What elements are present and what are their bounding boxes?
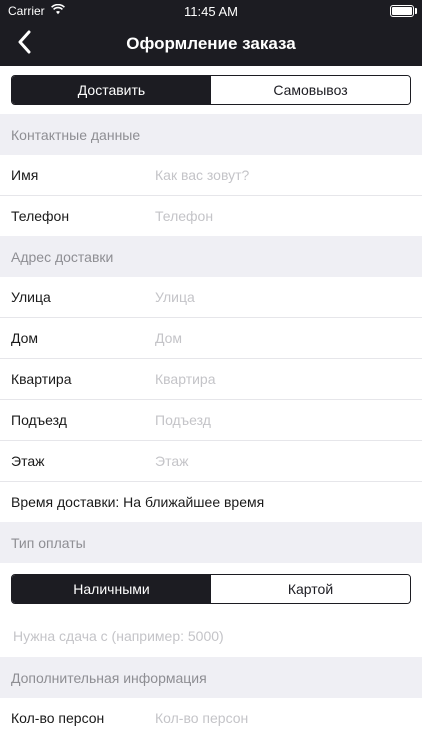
persons-row: Кол-во персон bbox=[0, 698, 422, 738]
street-label: Улица bbox=[11, 289, 51, 305]
change-row bbox=[0, 615, 422, 657]
delivery-mode-segment: Доставить Самовывоз bbox=[11, 75, 411, 105]
address-section: Улица Дом Квартира Подъезд Этаж Время до… bbox=[0, 277, 422, 522]
back-button[interactable] bbox=[8, 28, 40, 60]
carrier-label: Carrier bbox=[8, 4, 45, 18]
floor-row: Этаж bbox=[0, 441, 422, 482]
nav-bar: Оформление заказа bbox=[0, 22, 422, 66]
extra-section: Кол-во персон bbox=[0, 698, 422, 738]
entrance-row: Подъезд bbox=[0, 400, 422, 441]
floor-label: Этаж bbox=[11, 453, 45, 469]
house-row: Дом bbox=[0, 318, 422, 359]
street-row: Улица bbox=[0, 277, 422, 318]
battery-icon bbox=[390, 5, 417, 17]
name-row: Имя bbox=[0, 155, 422, 196]
segment-deliver[interactable]: Доставить bbox=[12, 76, 211, 104]
phone-input[interactable] bbox=[153, 207, 422, 225]
section-extra-header: Дополнительная информация bbox=[0, 657, 422, 698]
apartment-row: Квартира bbox=[0, 359, 422, 400]
status-bar: Carrier 11:45 AM bbox=[0, 0, 422, 22]
persons-input[interactable] bbox=[153, 709, 422, 727]
house-input[interactable] bbox=[153, 329, 422, 347]
section-contact-header: Контактные данные bbox=[0, 114, 422, 155]
delivery-mode-container: Доставить Самовывоз bbox=[0, 66, 422, 114]
delivery-time-row[interactable]: Время доставки: На ближайшее время bbox=[0, 482, 422, 522]
house-label: Дом bbox=[11, 330, 39, 346]
name-label: Имя bbox=[11, 167, 39, 183]
payment-type-segment: Наличными Картой bbox=[11, 574, 411, 604]
segment-pickup[interactable]: Самовывоз bbox=[211, 76, 410, 104]
top-bar: Carrier 11:45 AM Оформление заказа bbox=[0, 0, 422, 66]
segment-cash[interactable]: Наличными bbox=[12, 575, 211, 603]
contact-section: Имя Телефон bbox=[0, 155, 422, 236]
phone-row: Телефон bbox=[0, 196, 422, 236]
floor-input[interactable] bbox=[153, 452, 422, 470]
section-address-header: Адрес доставки bbox=[0, 236, 422, 277]
change-input[interactable] bbox=[11, 627, 422, 645]
wifi-icon bbox=[50, 3, 65, 18]
entrance-input[interactable] bbox=[153, 411, 422, 429]
page-title: Оформление заказа bbox=[126, 34, 296, 53]
segment-card[interactable]: Картой bbox=[211, 575, 410, 603]
entrance-label: Подъезд bbox=[11, 412, 67, 428]
name-input[interactable] bbox=[153, 166, 422, 184]
section-payment-header: Тип оплаты bbox=[0, 522, 422, 563]
apartment-input[interactable] bbox=[153, 370, 422, 388]
persons-label: Кол-во персон bbox=[11, 710, 105, 726]
status-left: Carrier bbox=[8, 3, 65, 18]
apartment-label: Квартира bbox=[11, 371, 72, 387]
street-input[interactable] bbox=[153, 288, 422, 306]
phone-label: Телефон bbox=[11, 208, 70, 224]
payment-type-container: Наличными Картой bbox=[0, 563, 422, 615]
chevron-left-icon bbox=[17, 30, 31, 59]
